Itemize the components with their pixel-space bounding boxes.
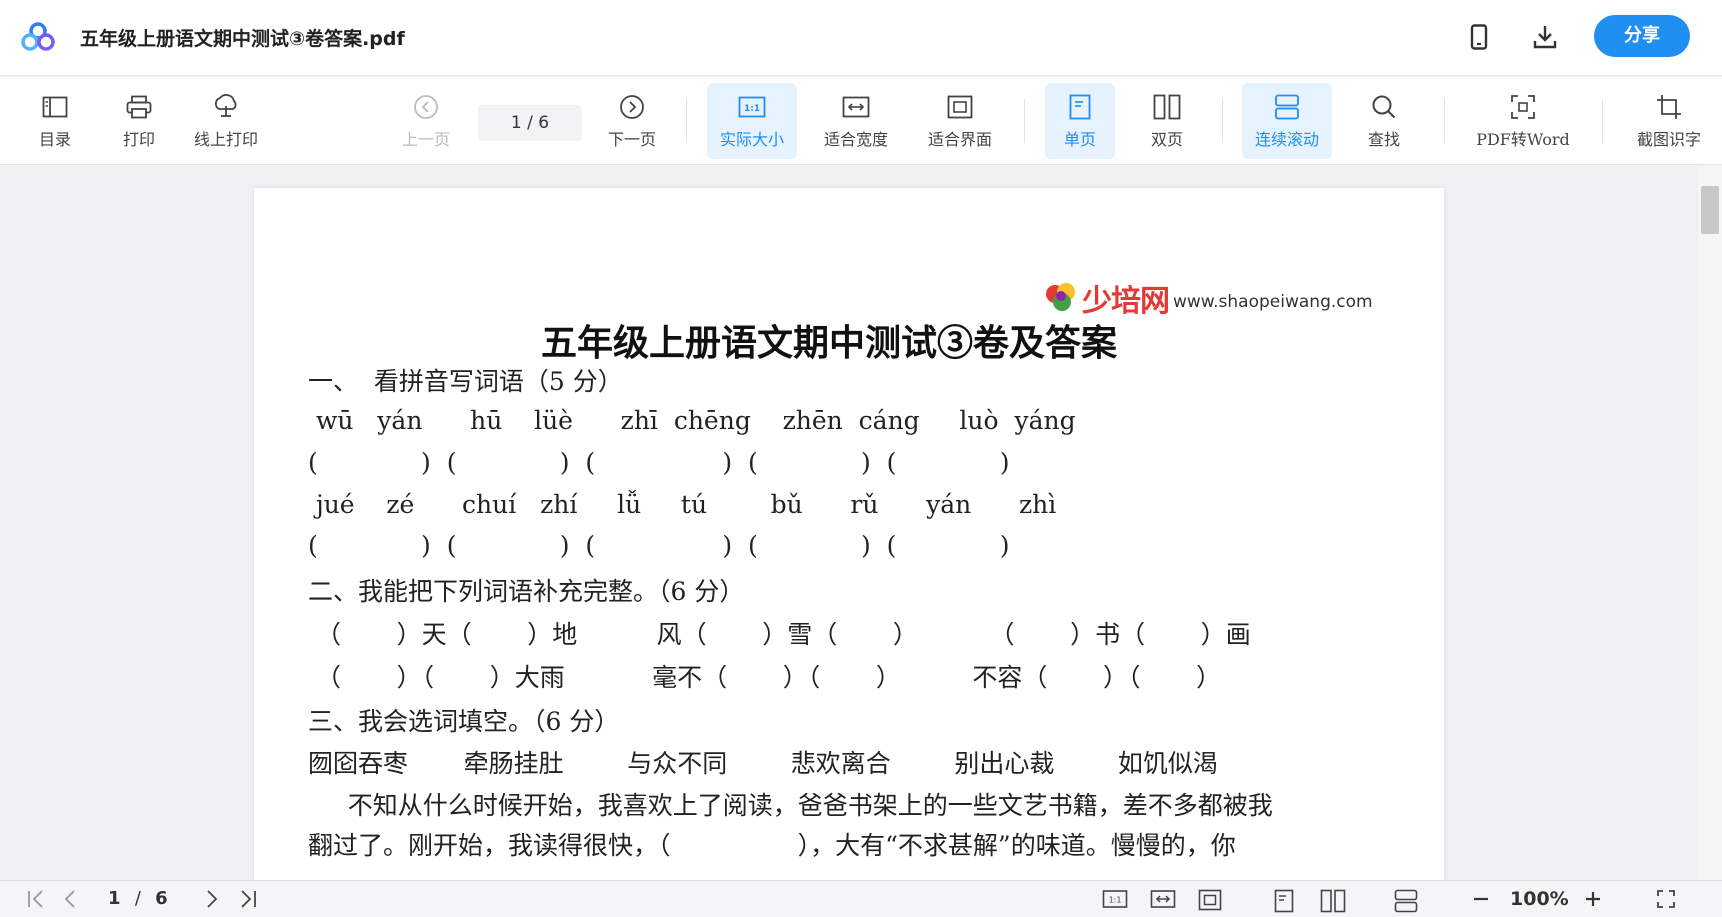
app-logo-icon bbox=[21, 22, 55, 51]
search-icon bbox=[1369, 92, 1399, 122]
toolbar-divider bbox=[1444, 99, 1445, 143]
online-print-label: 线上打印 bbox=[193, 130, 258, 149]
continuous-scroll-icon[interactable] bbox=[1394, 889, 1418, 913]
last-page-icon[interactable] bbox=[236, 889, 258, 909]
fit-screen-icon bbox=[945, 92, 975, 122]
double-page-label: 双页 bbox=[1150, 130, 1183, 149]
printer-icon bbox=[124, 92, 154, 122]
document-heading: 五年级上册语文期中测试③卷及答案 bbox=[540, 322, 1117, 364]
download-icon[interactable] bbox=[1530, 22, 1560, 52]
fit-screen-button[interactable]: 适合界面 bbox=[918, 83, 1002, 159]
phone-icon[interactable] bbox=[1464, 22, 1494, 52]
text-line: （ ）天（ ）地 风（ ）雪（ ） （ ）书（ ）画 bbox=[308, 620, 1251, 649]
zoom-level: 100% bbox=[1510, 888, 1569, 910]
text-line: （ ）（ ）大雨 毫不（ ）（ ） 不容（ ）（ ） bbox=[308, 663, 1222, 692]
pdf-to-word-button[interactable]: PDF转Word bbox=[1470, 83, 1576, 159]
single-page-icon[interactable] bbox=[1274, 889, 1294, 913]
bottom-actual-size-text: 1:1 bbox=[1109, 896, 1122, 905]
page-separator: / bbox=[134, 888, 141, 909]
toc-label: 目录 bbox=[38, 130, 71, 149]
fit-screen-label: 适合界面 bbox=[927, 130, 992, 149]
next-page-button[interactable]: 下一页 bbox=[604, 83, 660, 159]
screenshot-ocr-label: 截图识字 bbox=[1636, 130, 1701, 149]
title-bar: 五年级上册语文期中测试③卷答案.pdf 分享 bbox=[0, 0, 1722, 76]
page-counter: 1 / 6 bbox=[108, 888, 168, 909]
document-title: 五年级上册语文期中测试③卷答案.pdf bbox=[80, 28, 405, 50]
next-page-label: 下一页 bbox=[607, 130, 656, 149]
actual-size-label: 实际大小 bbox=[719, 130, 784, 149]
fit-width-icon[interactable] bbox=[1150, 889, 1176, 909]
share-button[interactable]: 分享 bbox=[1594, 15, 1690, 57]
continuous-scroll-icon bbox=[1272, 92, 1302, 122]
current-page[interactable]: 1 bbox=[108, 888, 121, 909]
prev-page-label: 上一页 bbox=[401, 130, 450, 149]
bottom-bar: 1 / 6 1:1 100% bbox=[0, 880, 1722, 917]
document-viewer[interactable]: 少培网 www.shaopeiwang.com 五年级上册语文期中测试③卷及答案… bbox=[0, 166, 1722, 880]
print-button[interactable]: 打印 bbox=[114, 83, 164, 159]
actual-size-icon: 1:1 bbox=[737, 92, 767, 122]
chevron-left-circle-icon bbox=[411, 92, 441, 122]
continuous-scroll-label: 连续滚动 bbox=[1254, 130, 1319, 149]
single-page-label: 单页 bbox=[1063, 130, 1096, 149]
toolbar-divider bbox=[1222, 99, 1223, 143]
actual-size-icon[interactable]: 1:1 bbox=[1102, 889, 1128, 909]
text-line: 一、 看拼音写词语（5 分） bbox=[308, 367, 623, 396]
text-line: jué zé chuí zhí lǚ tú bǔ rǔ yán zhì bbox=[308, 490, 1057, 519]
text-line: ( ) ( ) ( ) ( ) ( ) bbox=[308, 448, 1010, 477]
online-print-button[interactable]: 线上打印 bbox=[186, 83, 266, 159]
double-page-icon bbox=[1152, 92, 1182, 122]
continuous-scroll-button[interactable]: 连续滚动 bbox=[1242, 83, 1332, 159]
prev-page-icon[interactable] bbox=[62, 889, 78, 909]
fit-width-label: 适合宽度 bbox=[823, 130, 888, 149]
find-label: 查找 bbox=[1367, 130, 1400, 149]
actual-size-button[interactable]: 1:1 实际大小 bbox=[707, 83, 797, 159]
fullscreen-icon[interactable] bbox=[1656, 889, 1676, 909]
flower-logo-icon bbox=[1046, 283, 1075, 311]
text-line: 三、我会选词填空。（6 分） bbox=[308, 707, 620, 736]
fit-width-icon bbox=[841, 92, 871, 122]
convert-icon bbox=[1508, 92, 1538, 122]
next-page-icon[interactable] bbox=[204, 889, 220, 909]
text-line: 不知从什么时候开始，我喜欢上了阅读，爸爸书架上的一些文艺书籍，差不多都被我 bbox=[308, 791, 1273, 820]
total-pages: 6 bbox=[155, 888, 168, 909]
text-line: ( ) ( ) ( ) ( ) ( ) bbox=[308, 531, 1010, 560]
chevron-right-circle-icon bbox=[617, 92, 647, 122]
text-line: wū yán hū lüè zhī chēng zhēn cáng luò yá… bbox=[308, 406, 1076, 435]
single-page-icon bbox=[1065, 92, 1095, 122]
toc-button[interactable]: 目录 bbox=[30, 83, 80, 159]
toolbar-divider bbox=[1602, 99, 1603, 143]
watermark-url: www.shaopeiwang.com bbox=[1173, 292, 1373, 312]
single-page-button[interactable]: 单页 bbox=[1045, 83, 1115, 159]
fit-screen-icon[interactable] bbox=[1198, 889, 1222, 911]
crop-icon bbox=[1654, 92, 1684, 122]
actual-size-icon-text: 1:1 bbox=[744, 104, 760, 114]
cloud-print-icon bbox=[211, 92, 241, 122]
text-line: 翻过了。刚开始，我读得很快，（ ），大有“不求甚解”的味道。慢慢的，你 bbox=[308, 831, 1236, 860]
first-page-icon[interactable] bbox=[26, 889, 48, 909]
screenshot-ocr-button[interactable]: 截图识字 bbox=[1628, 83, 1710, 159]
prev-page-button[interactable]: 上一页 bbox=[398, 83, 454, 159]
toolbar: 目录 打印 线上打印 上一页 1 / 6 下一页 1:1 实际大小 适合宽度 适… bbox=[0, 77, 1722, 165]
text-line: 囫囵吞枣 牵肠挂肚 与众不同 悲欢离合 别出心裁 如饥似渴 bbox=[308, 749, 1218, 778]
print-label: 打印 bbox=[122, 130, 155, 149]
vertical-scrollbar[interactable] bbox=[1698, 166, 1722, 880]
sidebar-icon bbox=[40, 92, 70, 122]
fit-width-button[interactable]: 适合宽度 bbox=[814, 83, 898, 159]
find-button[interactable]: 查找 bbox=[1352, 83, 1416, 159]
zoom-in-icon[interactable] bbox=[1584, 889, 1602, 909]
toolbar-divider bbox=[1024, 99, 1025, 143]
pdf-to-word-label: PDF转Word bbox=[1476, 130, 1570, 149]
scrollbar-thumb[interactable] bbox=[1701, 186, 1719, 234]
text-line: 二、我能把下列词语补充完整。（6 分） bbox=[308, 577, 745, 606]
zoom-out-icon[interactable] bbox=[1472, 889, 1490, 909]
double-page-icon[interactable] bbox=[1320, 889, 1346, 913]
pdf-page: 少培网 www.shaopeiwang.com 五年级上册语文期中测试③卷及答案… bbox=[254, 188, 1444, 880]
toolbar-divider bbox=[686, 99, 687, 143]
page-number-input[interactable]: 1 / 6 bbox=[478, 105, 582, 141]
double-page-button[interactable]: 双页 bbox=[1132, 83, 1202, 159]
